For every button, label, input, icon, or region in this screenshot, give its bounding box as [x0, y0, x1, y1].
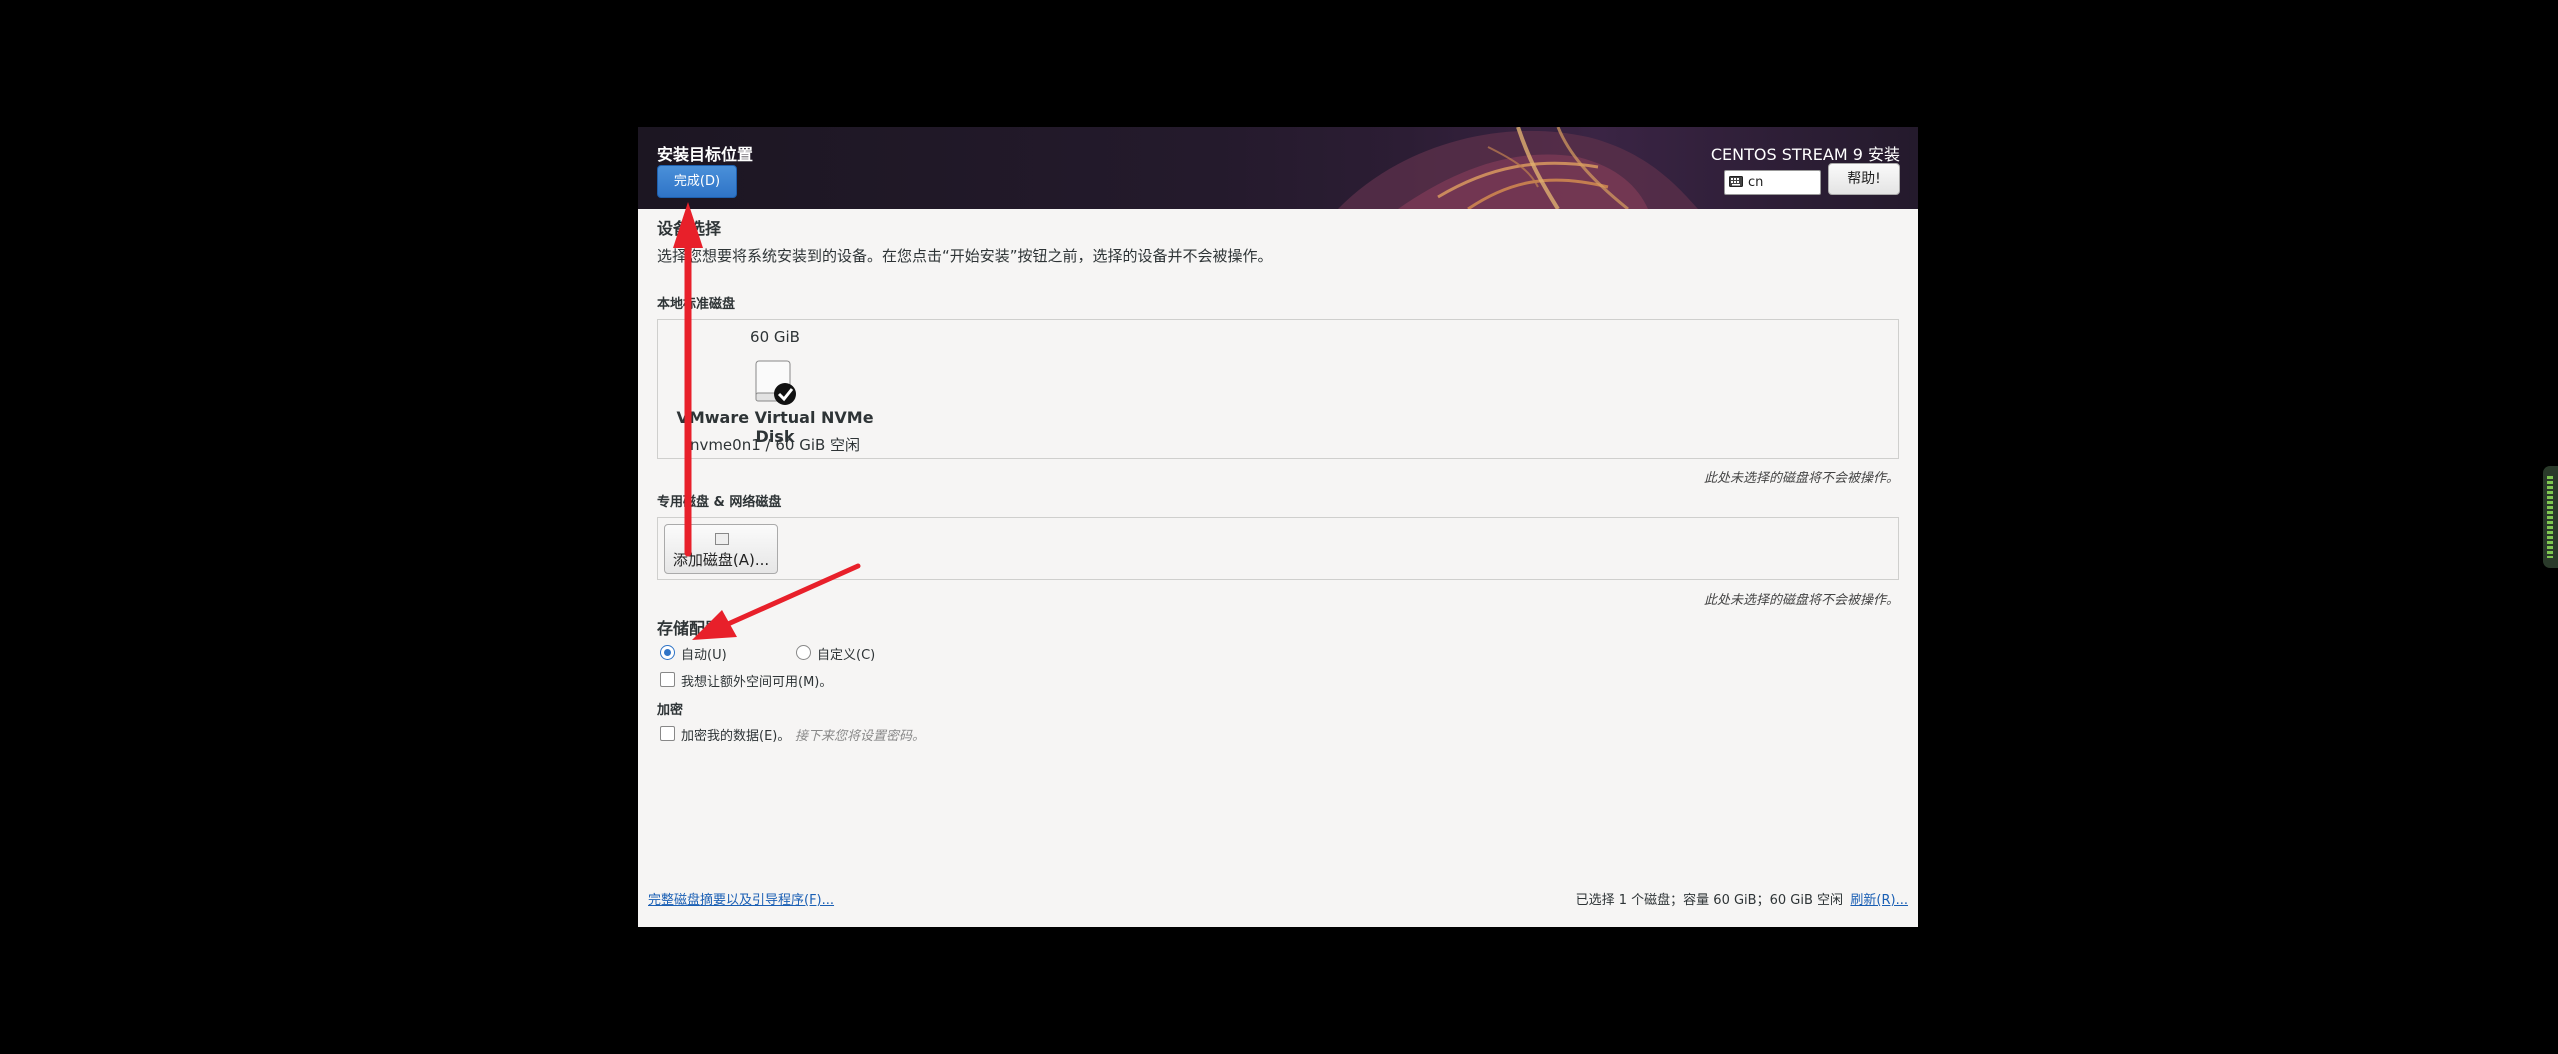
special-disks-panel: 添加磁盘(A)...	[657, 517, 1899, 580]
refresh-link[interactable]: 刷新(R)...	[1850, 889, 1908, 908]
disk-add-icon	[715, 533, 729, 545]
disk-size: 60 GiB	[750, 328, 800, 346]
auto-partition-label[interactable]: 自动(U)	[681, 644, 727, 663]
encrypt-checkbox[interactable]	[660, 726, 675, 741]
auto-partition-radio[interactable]	[660, 645, 675, 660]
add-disk-label: 添加磁盘(A)...	[672, 551, 770, 569]
page-title: 安装目标位置	[657, 145, 754, 164]
add-disk-button[interactable]: 添加磁盘(A)...	[664, 524, 778, 574]
extra-space-checkbox[interactable]	[660, 672, 675, 687]
encrypt-label[interactable]: 加密我的数据(E)。	[681, 725, 790, 744]
special-disks-label: 专用磁盘 & 网络磁盘	[657, 495, 782, 510]
level-meter-icon	[2547, 476, 2553, 558]
disk-info: nvme0n1 / 60 GiB 空闲	[689, 436, 861, 454]
keyboard-layout-indicator[interactable]: cn	[1724, 170, 1821, 195]
custom-partition-label[interactable]: 自定义(C)	[817, 644, 875, 663]
extra-space-label[interactable]: 我想让额外空间可用(M)。	[681, 671, 832, 690]
keyboard-icon	[1729, 176, 1743, 187]
help-button[interactable]: 帮助!	[1828, 163, 1900, 195]
special-disks-note: 此处未选择的磁盘将不会被操作。	[1703, 593, 1899, 608]
side-panel-handle[interactable]	[2543, 466, 2558, 568]
device-selection-heading: 设备选择	[657, 219, 722, 238]
selection-status: 已选择 1 个磁盘；容量 60 GiB；60 GiB 空闲	[1575, 893, 1843, 908]
device-selection-description: 选择您想要将系统安装到的设备。在您点击“开始安装”按钮之前，选择的设备并不会被操…	[657, 247, 1273, 265]
local-disks-label: 本地标准磁盘	[657, 297, 736, 312]
custom-partition-radio[interactable]	[796, 645, 811, 660]
local-disks-note: 此处未选择的磁盘将不会被操作。	[1703, 471, 1899, 486]
installer-window: 安装目标位置 完成(D) CENTOS STREAM 9 安装 cn 帮助! 设…	[638, 127, 1918, 927]
storage-config-heading: 存储配置	[657, 619, 722, 638]
encrypt-hint: 接下来您将设置密码。	[795, 729, 926, 744]
hard-disk-icon	[755, 360, 796, 405]
done-button[interactable]: 完成(D)	[657, 165, 737, 198]
encryption-heading: 加密	[657, 703, 684, 718]
disk-nvme0n1[interactable]: 60 GiB VMware Virtual NVMe Disk nvme0n1 …	[666, 328, 884, 456]
local-disks-panel: 60 GiB VMware Virtual NVMe Disk nvme0n1 …	[657, 319, 1899, 459]
header-artwork	[1338, 127, 1698, 209]
header-bar: 安装目标位置 完成(D) CENTOS STREAM 9 安装 cn 帮助!	[638, 127, 1918, 209]
full-disk-summary-link[interactable]: 完整磁盘摘要以及引导程序(F)...	[648, 889, 834, 908]
product-title: CENTOS STREAM 9 安装	[1710, 145, 1900, 164]
keyboard-layout-value: cn	[1748, 175, 1764, 190]
